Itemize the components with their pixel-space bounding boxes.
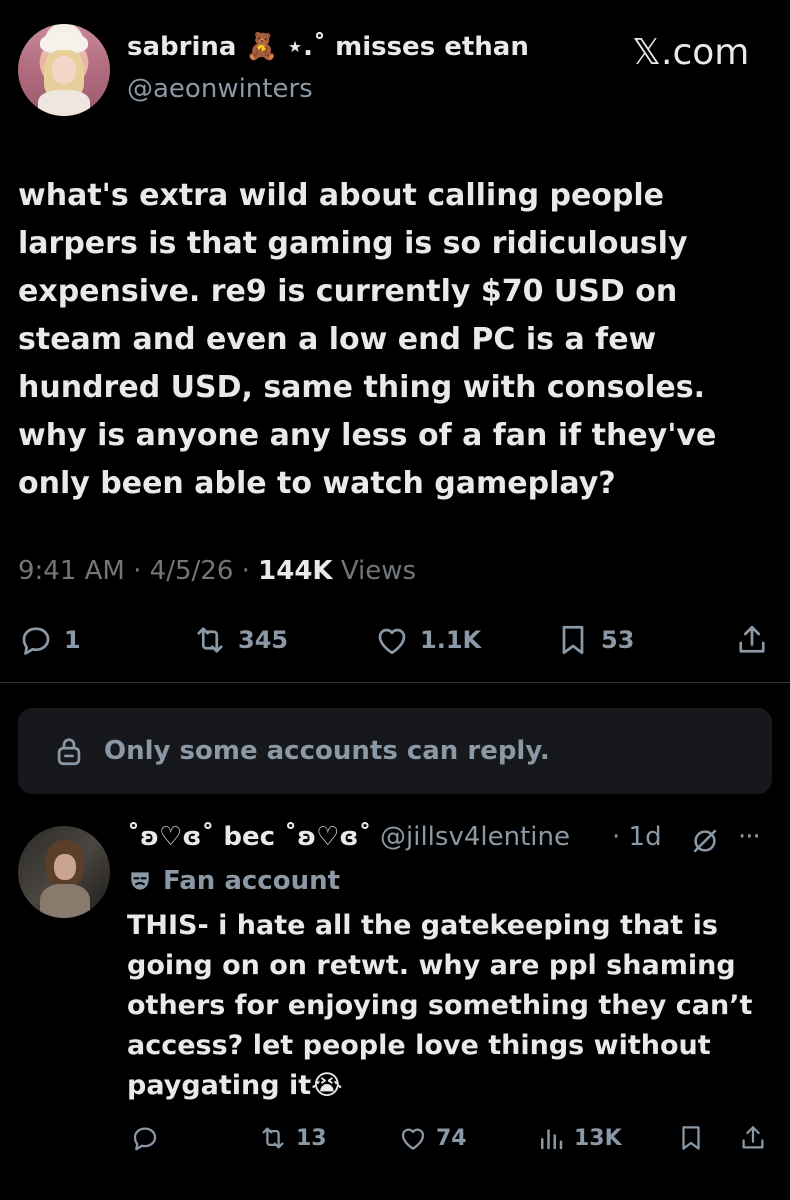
reply-handle[interactable]: @jillsv4lentine [380,822,570,852]
reply-views-button[interactable]: 13K [536,1120,622,1156]
x-logo: 𝕏.com [632,32,750,73]
reply-repost-button[interactable]: 13 [258,1120,327,1156]
author-avatar[interactable] [18,24,110,116]
divider [0,682,790,683]
like-icon [401,1128,425,1150]
bookmark-icon [562,625,584,655]
author-display-name[interactable]: sabrina 🧸 ⋆.˚ misses ethan [127,32,529,62]
share-button[interactable] [734,620,770,660]
fan-account-text: Fan account [163,866,341,896]
tweet-date[interactable]: 4/5/26 [150,556,234,586]
slash-circle-icon [693,829,717,853]
repost-icon [197,627,223,653]
views-icon [541,1129,563,1150]
reply-avatar[interactable] [18,826,110,918]
reply-repost-count: 13 [296,1125,327,1151]
views-label: Views [340,556,417,586]
like-count: 1.1K [420,626,482,654]
fan-account-label: Fan account [127,866,340,896]
reply-display-name[interactable]: ˚ʚ♡ɞ˚ bec ˚ʚ♡ɞ˚ [127,822,371,852]
tweet-time[interactable]: 9:41 AM [18,556,125,586]
repost-icon [262,1127,284,1149]
mask-icon [131,872,149,890]
author-handle[interactable]: @aeonwinters [127,74,313,104]
reply-time[interactable]: · 1d [612,822,662,852]
bookmark-button[interactable]: 53 [555,620,634,660]
bookmark-icon [682,1126,700,1150]
reply-views-count: 13K [574,1125,622,1151]
reply-bookmark-button[interactable] [676,1120,706,1156]
repost-count: 345 [238,626,289,654]
reply-reply-button[interactable] [130,1120,160,1156]
reply-share-button[interactable] [738,1120,768,1156]
share-icon [742,1126,764,1149]
reply-like-count: 74 [436,1125,467,1151]
reply-restriction-banner: Only some accounts can reply. [18,708,772,794]
like-icon [378,628,406,655]
banner-text: Only some accounts can reply. [104,736,550,766]
share-icon [739,625,765,653]
tweet-text: what's extra wild about calling people l… [18,178,717,501]
bookmark-count: 53 [601,626,635,654]
more-options-button[interactable]: ··· [738,822,761,852]
reply-button[interactable]: 1 [18,620,81,660]
tweet-meta: 9:41 AM · 4/5/26 · 144K Views [18,556,417,586]
views-count: 144K [258,556,333,586]
repost-button[interactable]: 345 [192,620,288,660]
reply-text: THIS- i hate all the gatekeeping that is… [127,910,753,1101]
reply-icon [133,1127,157,1151]
reply-like-button[interactable]: 74 [398,1120,467,1156]
reply-count: 1 [64,626,81,654]
like-button[interactable]: 1.1K [374,620,481,660]
reply-icon [22,627,50,655]
lock-icon [57,738,81,766]
tweet-page: sabrina 🧸 ⋆.˚ misses ethan @aeonwinters … [0,0,790,1200]
